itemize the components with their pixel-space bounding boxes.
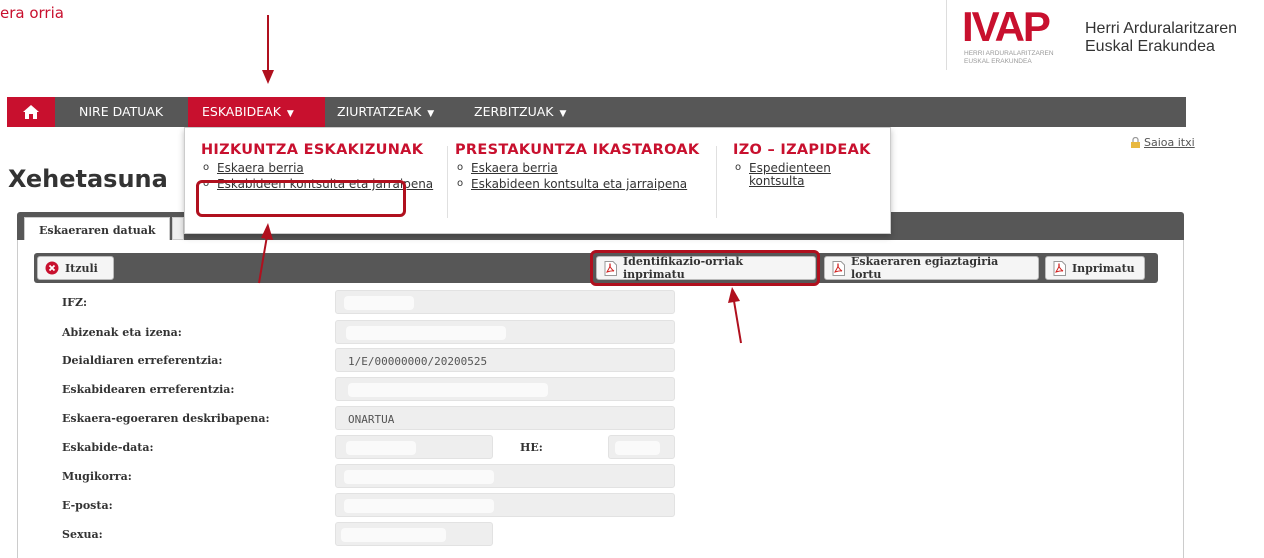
- annotation-arrows: [258, 15, 742, 344]
- arrow-head-button: [728, 287, 740, 303]
- arrow-head-nav: [262, 70, 274, 84]
- arrow-line-dropdown: [258, 235, 268, 284]
- arrow-head-dropdown: [261, 223, 273, 240]
- arrow-line-button: [733, 300, 742, 344]
